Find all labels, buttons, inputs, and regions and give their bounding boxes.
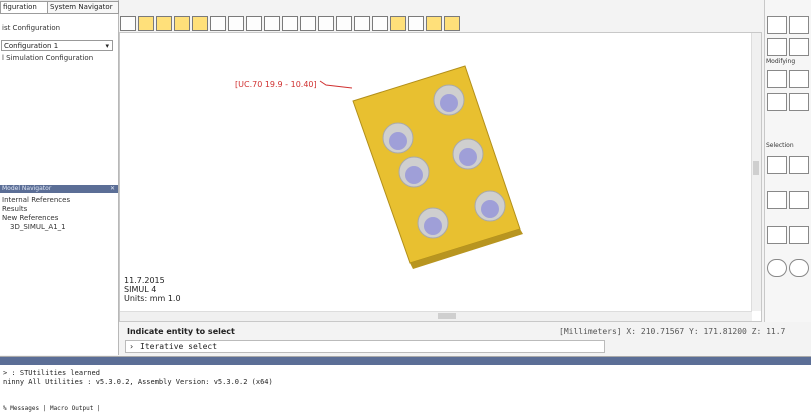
output-line-2: ninny All Utilities : v5.3.0.2, Assembly… — [3, 378, 273, 386]
snap-icon[interactable] — [282, 16, 298, 31]
output-tabs[interactable]: % Messages | Macro Output | — [3, 405, 101, 412]
refresh-icon[interactable] — [174, 16, 190, 31]
coordinate-readout: [Millimeters] X: 210.71567 Y: 171.81200 … — [559, 327, 786, 336]
pick-tool[interactable] — [767, 70, 787, 88]
cross-icon[interactable] — [408, 16, 424, 31]
modifying-section-label: Modifying — [766, 58, 796, 65]
configuration-item[interactable]: l Simulation Configuration — [2, 54, 93, 63]
palette-tool-4[interactable] — [789, 38, 809, 56]
command-bar: Indicate entity to select [Millimeters] … — [119, 322, 811, 356]
horizontal-scroll-thumb[interactable] — [438, 313, 456, 319]
vertical-scroll-thumb[interactable] — [753, 161, 759, 175]
selection-section-label: Selection — [766, 142, 794, 149]
palette-tool-2[interactable] — [789, 16, 809, 34]
grid-icon[interactable] — [228, 16, 244, 31]
deselect-icon[interactable] — [789, 259, 809, 277]
select-mode-1[interactable] — [767, 191, 787, 209]
leader-line — [319, 80, 353, 89]
left-panel: figuration System Navigator ist Configur… — [0, 0, 119, 355]
output-panel: > : STUtilities learned ninny All Utilit… — [0, 356, 811, 420]
right-tool-palette: Modifying Selection — [764, 0, 811, 330]
select-mode-2[interactable] — [789, 191, 809, 209]
vertical-scrollbar[interactable] — [751, 33, 761, 311]
configuration-label: ist Configuration — [2, 24, 61, 32]
left-tab-strip: figuration System Navigator — [0, 0, 119, 14]
open-icon[interactable] — [138, 16, 154, 31]
horizontal-scrollbar[interactable] — [120, 311, 752, 321]
tab-configuration[interactable]: figuration — [0, 1, 50, 14]
chevron-down-icon: ▾ — [105, 42, 109, 50]
command-input[interactable]: › Iterative select — [125, 340, 605, 353]
sketch-icon[interactable] — [246, 16, 262, 31]
render-icon[interactable] — [192, 16, 208, 31]
modify-tool[interactable] — [767, 93, 787, 111]
info-line-model: SIMUL 4 — [124, 285, 157, 294]
window-icon[interactable] — [210, 16, 226, 31]
cancel-select-icon[interactable] — [767, 259, 787, 277]
close-icon[interactable]: ✕ — [110, 185, 115, 193]
constraint-icon[interactable] — [372, 16, 388, 31]
palette-tool-3[interactable] — [767, 38, 787, 56]
position-annotation: [UC.70 19.9 - 10.40] — [235, 80, 317, 89]
navigator-item-new-references[interactable]: New References — [2, 214, 58, 223]
folder-icon[interactable] — [426, 16, 442, 31]
navigator-item-results[interactable]: Results — [2, 205, 27, 214]
main-toolbar — [119, 2, 759, 31]
command-prompt: Indicate entity to select — [127, 327, 235, 336]
flip-tool[interactable] — [789, 93, 809, 111]
model-navigator-title: Model Navigator — [2, 185, 52, 192]
navigator-item-internal-references[interactable]: Internal References — [2, 196, 70, 205]
select-arrow-icon[interactable] — [767, 156, 787, 174]
tab-system-navigator[interactable]: System Navigator — [47, 1, 119, 14]
configuration-select-value: Configuration 1 — [4, 42, 59, 50]
output-line-1: > : STUtilities learned — [3, 369, 100, 377]
output-header — [0, 357, 811, 365]
info-line-date: 11.7.2015 — [124, 276, 165, 285]
text-icon[interactable] — [444, 16, 460, 31]
navigator-item-model[interactable]: 3D_SIMUL_A1_1 — [10, 223, 66, 232]
list-icon[interactable] — [336, 16, 352, 31]
model-navigator-header: Model Navigator ✕ — [0, 185, 118, 193]
select-mode-3[interactable] — [767, 226, 787, 244]
new-file-icon[interactable] — [120, 16, 136, 31]
select-mode-4[interactable] — [789, 226, 809, 244]
palette-tool-1[interactable] — [767, 16, 787, 34]
select-window-icon[interactable] — [789, 156, 809, 174]
info-icon[interactable] — [354, 16, 370, 31]
extend-tool[interactable] — [789, 70, 809, 88]
rotate-icon[interactable] — [156, 16, 172, 31]
table-icon[interactable] — [318, 16, 334, 31]
info-line-units: Units: mm 1.0 — [124, 294, 181, 303]
configuration-select[interactable]: Configuration 1 ▾ — [1, 40, 113, 51]
graphics-viewport[interactable]: [UC.70 19.9 - 10.40] 11.7.2015 SIMUL 4 U… — [119, 32, 762, 322]
line-icon[interactable] — [264, 16, 280, 31]
material-icon[interactable] — [390, 16, 406, 31]
command-input-value: Iterative select — [140, 342, 218, 351]
chevron-right-icon: › — [130, 342, 134, 351]
3d-scene — [319, 65, 523, 269]
select-icon[interactable] — [300, 16, 316, 31]
